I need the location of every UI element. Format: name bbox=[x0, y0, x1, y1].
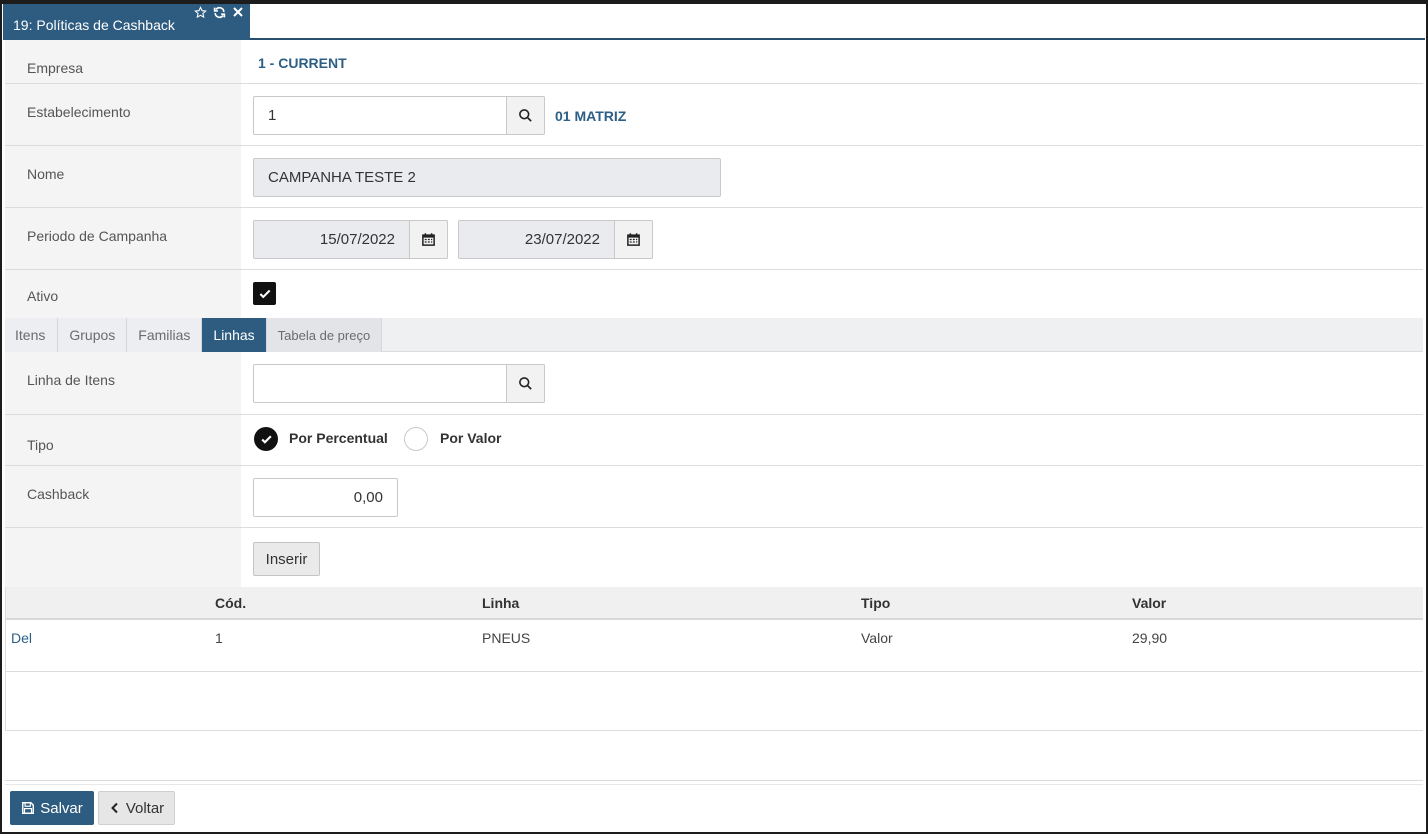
check-icon bbox=[259, 289, 270, 298]
estabelecimento-search-button[interactable] bbox=[506, 96, 545, 135]
refresh-icon[interactable] bbox=[213, 6, 226, 19]
periodo-end-input[interactable]: 23/07/2022 bbox=[458, 220, 653, 259]
radio-por-percentual[interactable] bbox=[254, 427, 278, 451]
tab-title: 19: Políticas de Cashback bbox=[13, 17, 175, 33]
por-valor-label: Por Valor bbox=[440, 430, 502, 446]
row-ativo: Ativo bbox=[5, 270, 1423, 318]
star-icon[interactable] bbox=[194, 6, 207, 19]
row-linha-itens: Linha de Itens bbox=[5, 352, 1423, 415]
table-header: Cód. Linha Tipo Valor bbox=[6, 587, 1423, 620]
main-form: Empresa 1 - CURRENT Estabelecimento 1 01… bbox=[5, 40, 1423, 318]
row-empresa: Empresa 1 - CURRENT bbox=[5, 40, 1423, 84]
tab-tabela-de-preco[interactable]: Tabela de preço bbox=[266, 318, 383, 352]
ativo-label: Ativo bbox=[5, 270, 241, 318]
estabelecimento-label: Estabelecimento bbox=[5, 84, 241, 145]
empty-label bbox=[5, 528, 241, 587]
footer-divider bbox=[5, 784, 1423, 785]
back-button[interactable]: Voltar bbox=[98, 791, 175, 825]
chevron-left-icon bbox=[110, 802, 118, 814]
header-cod: Cód. bbox=[215, 595, 247, 611]
linhas-form: Linha de Itens Tipo Por Percentual Por V… bbox=[5, 352, 1423, 587]
tipo-label: Tipo bbox=[5, 415, 241, 465]
save-label: Salvar bbox=[40, 799, 83, 817]
cell-linha: PNEUS bbox=[482, 630, 531, 646]
linha-itens-label: Linha de Itens bbox=[5, 352, 241, 414]
cashback-label: Cashback bbox=[5, 466, 241, 527]
delete-link[interactable]: Del bbox=[11, 630, 32, 646]
por-percentual-label: Por Percentual bbox=[289, 430, 388, 446]
ativo-checkbox[interactable] bbox=[253, 282, 276, 305]
periodo-start-input[interactable]: 15/07/2022 bbox=[253, 220, 448, 259]
search-icon bbox=[519, 377, 532, 390]
cell-tipo: Valor bbox=[861, 630, 893, 646]
header-tipo: Tipo bbox=[861, 595, 891, 611]
cashback-input[interactable]: 0,00 bbox=[253, 478, 398, 517]
row-cashback: Cashback 0,00 bbox=[5, 466, 1423, 528]
row-periodo: Periodo de Campanha 15/07/2022 23/07/202… bbox=[5, 208, 1423, 270]
tab-familias[interactable]: Familias bbox=[127, 318, 203, 352]
back-label: Voltar bbox=[125, 799, 165, 817]
periodo-label: Periodo de Campanha bbox=[5, 208, 241, 269]
row-inserir: Inserir bbox=[5, 528, 1423, 587]
check-icon bbox=[260, 434, 272, 444]
empresa-label: Empresa bbox=[5, 40, 241, 83]
calendar-icon bbox=[627, 233, 640, 246]
periodo-end-calendar-button[interactable] bbox=[614, 220, 653, 259]
row-nome: Nome CAMPANHA TESTE 2 bbox=[5, 146, 1423, 208]
table-row: Del 1 PNEUS Valor 29,90 bbox=[6, 620, 1423, 672]
empresa-value: 1 - CURRENT bbox=[258, 55, 347, 71]
nome-label: Nome bbox=[5, 146, 241, 207]
periodo-start-calendar-button[interactable] bbox=[409, 220, 448, 259]
radio-por-valor[interactable] bbox=[404, 427, 428, 451]
subtab-bar: Itens Grupos Familias Linhas Tabela de p… bbox=[5, 318, 1423, 352]
nome-input[interactable]: CAMPANHA TESTE 2 bbox=[253, 158, 721, 197]
linha-itens-search-button[interactable] bbox=[506, 364, 545, 403]
floppy-disk-icon bbox=[22, 802, 35, 814]
tab-bar: 19: Políticas de Cashback bbox=[3, 4, 1425, 40]
tab-linhas[interactable]: Linhas bbox=[202, 318, 267, 352]
inserir-button[interactable]: Inserir bbox=[253, 542, 320, 576]
row-tipo: Tipo Por Percentual Por Valor bbox=[5, 415, 1423, 466]
tab-grupos[interactable]: Grupos bbox=[58, 318, 128, 352]
header-valor: Valor bbox=[1132, 595, 1167, 611]
header-linha: Linha bbox=[482, 595, 520, 611]
estabelecimento-description: 01 MATRIZ bbox=[555, 108, 627, 124]
tab-politicas-cashback[interactable]: 19: Políticas de Cashback bbox=[3, 4, 250, 40]
row-estabelecimento: Estabelecimento 1 01 MATRIZ bbox=[5, 84, 1423, 146]
estabelecimento-input[interactable]: 1 bbox=[253, 96, 545, 135]
linhas-table: Cód. Linha Tipo Valor Del 1 PNEUS Valor … bbox=[5, 587, 1423, 731]
search-icon bbox=[519, 109, 532, 122]
save-button[interactable]: Salvar bbox=[10, 791, 94, 825]
calendar-icon bbox=[422, 233, 435, 246]
linha-itens-input[interactable] bbox=[253, 364, 545, 403]
footer-toolbar: Salvar Voltar bbox=[5, 780, 1423, 830]
close-icon[interactable] bbox=[232, 6, 244, 19]
cell-cod: 1 bbox=[215, 630, 223, 646]
tab-itens[interactable]: Itens bbox=[5, 318, 59, 352]
cell-valor: 29,90 bbox=[1132, 630, 1168, 646]
